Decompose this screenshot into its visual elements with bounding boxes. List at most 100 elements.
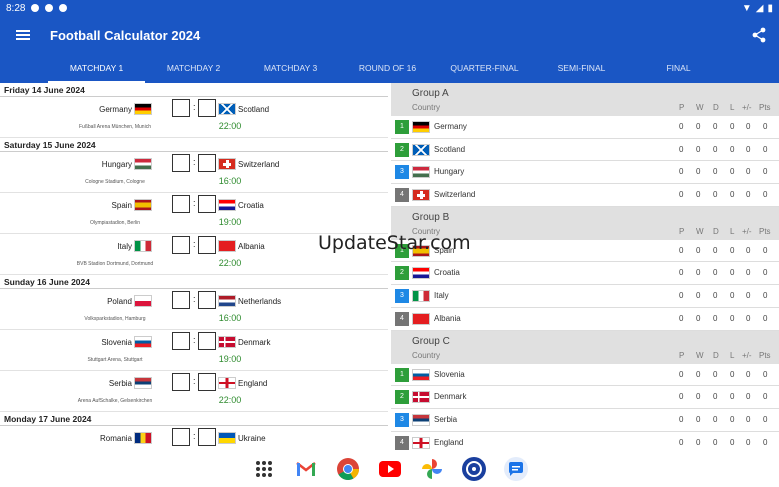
- kickoff-time: 16:00: [218, 313, 242, 323]
- tab-semi-final[interactable]: SEMI-FINAL: [533, 54, 630, 83]
- flag-icon: [218, 295, 236, 307]
- stat-value: 0: [763, 414, 768, 424]
- team-name: Albania: [434, 313, 461, 323]
- home-team: Poland: [107, 295, 152, 307]
- home-team-name: Poland: [107, 296, 132, 306]
- column-header: P: [679, 350, 685, 360]
- flag-icon: [412, 290, 430, 303]
- stat-value: 0: [679, 392, 684, 402]
- info-icon: [31, 4, 40, 12]
- flag-icon: [412, 166, 430, 179]
- messages-icon[interactable]: [502, 455, 530, 483]
- home-score-input[interactable]: [172, 236, 190, 254]
- flag-icon: [412, 143, 430, 156]
- settings-app-icon[interactable]: [460, 455, 488, 483]
- kickoff-time: 19:00: [218, 217, 242, 227]
- watermark: UpdateStar.com: [318, 232, 471, 254]
- flag-icon: [412, 436, 430, 449]
- venue-label: Cologne Stadium, Cologne: [85, 179, 145, 185]
- column-header: W: [696, 350, 704, 360]
- stat-value: 0: [730, 167, 735, 177]
- tab-matchday-1[interactable]: MATCHDAY 1: [48, 54, 145, 83]
- match-row: Spain: Croatia Olympiastadion, Berlin 19:00: [0, 193, 388, 234]
- match-row: Poland: Netherlands Volksparkstadion, Hamb…: [0, 289, 388, 330]
- stat-value: 0: [763, 122, 768, 131]
- tab-matchday-3[interactable]: MATCHDAY 3: [242, 54, 339, 83]
- away-score-input[interactable]: [198, 428, 216, 446]
- away-score-input[interactable]: [198, 236, 216, 254]
- position-badge: 2: [395, 142, 409, 157]
- standings-row: 1 Slovenia 0 0 0 0 0 0: [391, 363, 779, 387]
- stat-value: 0: [679, 122, 684, 131]
- away-team: Netherlands: [218, 295, 281, 307]
- team-name: Denmark: [434, 392, 467, 402]
- apps-grid-icon[interactable]: [250, 455, 278, 483]
- flag-icon: [134, 158, 152, 170]
- kickoff-time: 22:00: [218, 121, 242, 131]
- gmail-icon[interactable]: [292, 455, 320, 483]
- away-score-input[interactable]: [198, 99, 216, 117]
- tab-round-of-16[interactable]: ROUND OF 16: [339, 54, 436, 83]
- stat-value: 0: [746, 437, 751, 447]
- home-score-input[interactable]: [172, 332, 190, 350]
- matchday-tabs: MATCHDAY 1 MATCHDAY 2 MATCHDAY 3 ROUND OF 1…: [0, 54, 779, 83]
- stat-value: 0: [746, 291, 751, 301]
- record-icon: [59, 4, 68, 12]
- fixtures-list: Friday 14 June 2024 Germany: Scotland Fußba…: [0, 83, 388, 450]
- home-score-input[interactable]: [172, 373, 190, 391]
- hamburger-menu-icon[interactable]: [16, 30, 30, 40]
- standings-row: 2 Croatia 0 0 0 0 0 0: [391, 262, 779, 286]
- home-score-input[interactable]: [172, 154, 190, 172]
- away-score-input[interactable]: [198, 154, 216, 172]
- tab-matchday-2[interactable]: MATCHDAY 2: [145, 54, 242, 83]
- flag-icon: [412, 368, 430, 381]
- column-header: Pts: [759, 350, 771, 360]
- score-separator: :: [193, 157, 196, 167]
- column-header: +/-: [742, 103, 752, 112]
- tab-quarter-final[interactable]: QUARTER-FINAL: [436, 54, 533, 83]
- away-score-input[interactable]: [198, 195, 216, 213]
- kickoff-time: 16:00: [218, 176, 242, 186]
- date-header: Saturday 15 June 2024: [0, 138, 388, 152]
- stat-value: 0: [696, 291, 701, 301]
- home-score-input[interactable]: [172, 428, 190, 446]
- stat-value: 0: [763, 369, 768, 379]
- stat-value: 0: [696, 392, 701, 402]
- flag-icon: [134, 295, 152, 307]
- away-team-name: Netherlands: [238, 296, 282, 306]
- stat-value: 0: [713, 291, 718, 301]
- home-score-input[interactable]: [172, 291, 190, 309]
- group-title: Group C: [412, 335, 450, 347]
- home-score-input[interactable]: [172, 195, 190, 213]
- stat-value: 0: [713, 313, 718, 323]
- away-score-input[interactable]: [198, 332, 216, 350]
- home-score-input[interactable]: [172, 99, 190, 117]
- away-team: Albania: [218, 240, 265, 252]
- home-team: Serbia: [109, 377, 152, 389]
- column-header: P: [679, 103, 685, 112]
- share-icon[interactable]: [751, 27, 767, 43]
- venue-label: BVB Stadion Dortmund, Dortmund: [76, 261, 154, 267]
- group-title: Group A: [412, 88, 449, 99]
- tab-final[interactable]: FINAL: [630, 54, 727, 83]
- away-team: Scotland: [218, 103, 269, 115]
- away-score-input[interactable]: [198, 291, 216, 309]
- stat-value: 0: [763, 392, 768, 402]
- youtube-icon[interactable]: [376, 455, 404, 483]
- stat-value: 0: [746, 369, 751, 379]
- chrome-icon[interactable]: [334, 455, 362, 483]
- score-separator: :: [193, 335, 196, 345]
- home-team-name: Serbia: [108, 378, 132, 388]
- photos-icon[interactable]: [418, 455, 446, 483]
- away-team-name: Croatia: [238, 200, 264, 210]
- match-row: Slovenia: Denmark Stuttgart Arena, Stuttga…: [0, 330, 388, 371]
- home-team-name: Hungary: [101, 159, 132, 169]
- date-header: Sunday 16 June 2024: [0, 275, 388, 289]
- position-badge: 2: [395, 266, 409, 281]
- match-row: Germany: Scotland Fußball Arena München, M…: [0, 97, 388, 138]
- away-score-input[interactable]: [198, 373, 216, 391]
- away-team-name: England: [238, 378, 268, 388]
- group-title: Group B: [412, 211, 450, 223]
- match-row: Romania: Ukraine: [0, 426, 388, 450]
- stat-value: 0: [730, 122, 735, 131]
